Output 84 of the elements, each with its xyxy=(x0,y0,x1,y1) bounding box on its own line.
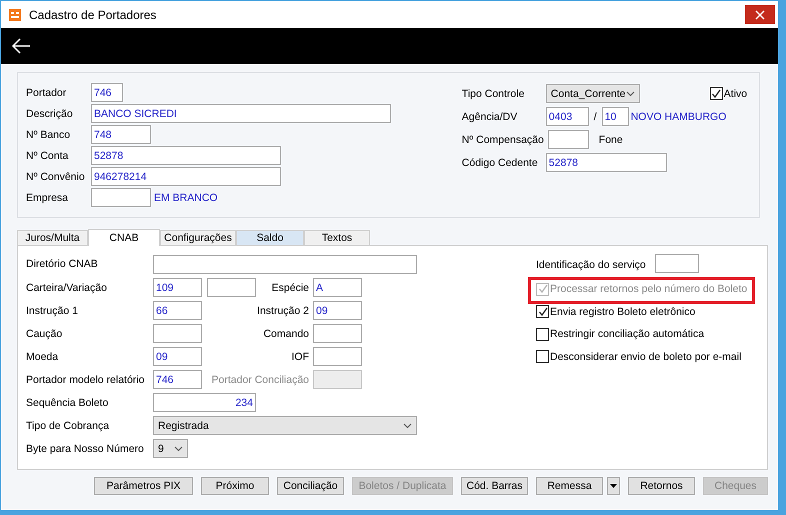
input-field[interactable]: 746 xyxy=(91,83,123,102)
field-label: Comando xyxy=(262,328,310,340)
field-label: Nº Convênio xyxy=(26,170,86,182)
input-field[interactable]: 746 xyxy=(153,370,202,389)
field-label: Portador modelo relatório xyxy=(26,374,146,386)
field-label: Tipo Controle xyxy=(462,88,526,100)
input-field[interactable]: 748 xyxy=(91,125,151,144)
app-icon xyxy=(9,8,21,20)
input-field[interactable] xyxy=(313,347,362,366)
close-button[interactable] xyxy=(745,5,775,24)
field-note: EM BRANCO xyxy=(154,192,218,204)
chevron-down-icon xyxy=(403,422,412,428)
action-button[interactable]: Próximo xyxy=(201,477,269,495)
field-label: Espécie xyxy=(270,282,310,294)
dropdown-button[interactable] xyxy=(607,477,620,495)
separator-text: / xyxy=(594,110,597,122)
checkbox[interactable]: Desconsiderar envio de boleto por e-mail xyxy=(536,350,742,364)
tab[interactable]: Juros/Multa xyxy=(17,230,88,245)
tab[interactable]: CNAB xyxy=(88,229,160,246)
dropdown[interactable]: Registrada xyxy=(153,416,417,435)
checkbox[interactable]: Envia registro Boleto eletrônico xyxy=(536,305,696,318)
input-field[interactable] xyxy=(548,130,589,149)
field-label: Tipo de Cobrança xyxy=(26,420,110,432)
checkmark-icon xyxy=(538,306,548,317)
input-field[interactable] xyxy=(655,254,699,272)
field-label: Moeda xyxy=(26,350,60,362)
field-label: Caução xyxy=(26,328,64,340)
field-label: Fone xyxy=(598,134,623,146)
input-field[interactable] xyxy=(153,254,417,274)
action-button[interactable]: Conciliação xyxy=(277,477,344,495)
checkmark-icon xyxy=(538,284,548,294)
window-title: Cadastro de Portadores xyxy=(29,8,158,22)
tab[interactable]: Textos xyxy=(304,230,370,245)
action-button[interactable]: Retornos xyxy=(628,477,695,495)
chevron-down-icon xyxy=(626,90,635,96)
field-label: Agência/DV xyxy=(462,110,518,122)
input-field[interactable]: 946278214 xyxy=(91,167,281,186)
caret-icon xyxy=(610,484,617,488)
input-field[interactable]: 52878 xyxy=(91,146,281,165)
field-label: Descrição xyxy=(26,108,74,120)
field-label: Nº Compensação xyxy=(462,134,545,146)
tab[interactable]: Saldo xyxy=(236,230,304,245)
action-button[interactable]: Parâmetros PIX xyxy=(94,477,193,495)
input-field[interactable] xyxy=(313,370,362,389)
chevron-down-icon xyxy=(174,446,183,452)
dropdown[interactable]: Conta_Corrente xyxy=(546,84,640,103)
field-label: Sequência Boleto xyxy=(26,396,110,408)
checkmark-icon xyxy=(711,88,722,98)
field-label: Nº Conta xyxy=(26,150,70,162)
field-note: NOVO HAMBURGO xyxy=(630,110,726,122)
input-field[interactable] xyxy=(313,324,362,343)
field-label: Carteira/Variação xyxy=(26,282,108,294)
input-field[interactable]: 10 xyxy=(602,107,629,126)
checkbox[interactable]: Restringir conciliação automática xyxy=(536,328,704,341)
action-button[interactable]: Remessa xyxy=(536,477,603,495)
field-label: Empresa xyxy=(26,192,70,204)
field-label: Diretório CNAB xyxy=(26,258,99,270)
action-button[interactable]: Cód. Barras xyxy=(461,477,528,495)
input-field[interactable]: BANCO SICREDI xyxy=(91,104,391,123)
field-label: Nº Banco xyxy=(26,128,72,140)
field-label: Portador Conciliação xyxy=(210,374,310,386)
field-label: Código Cedente xyxy=(462,156,539,168)
input-field[interactable] xyxy=(91,188,151,207)
field-label: Byte para Nosso Número xyxy=(26,442,145,454)
input-field[interactable] xyxy=(207,278,256,297)
input-field[interactable]: A xyxy=(313,278,362,297)
input-field[interactable]: 109 xyxy=(153,278,202,297)
input-field[interactable]: 52878 xyxy=(546,153,667,172)
tab[interactable]: Configurações xyxy=(160,230,236,245)
field-label: Portador xyxy=(26,86,68,98)
back-arrow-icon[interactable] xyxy=(11,38,31,54)
field-label: IOF xyxy=(290,350,310,362)
dropdown[interactable]: 9 xyxy=(153,439,188,458)
checkbox[interactable]: Ativo xyxy=(710,87,748,100)
input-field[interactable]: 09 xyxy=(153,347,202,366)
close-icon xyxy=(755,10,765,20)
field-label: Identificação do serviço xyxy=(536,259,647,271)
field-label: Instrução 1 xyxy=(26,304,79,316)
field-label: Instrução 2 xyxy=(256,304,310,316)
input-field[interactable]: 234 xyxy=(153,393,256,412)
input-field[interactable]: 0403 xyxy=(546,107,589,126)
input-field[interactable] xyxy=(153,324,202,343)
input-field[interactable]: 66 xyxy=(153,301,202,320)
input-field[interactable]: 09 xyxy=(313,301,362,320)
